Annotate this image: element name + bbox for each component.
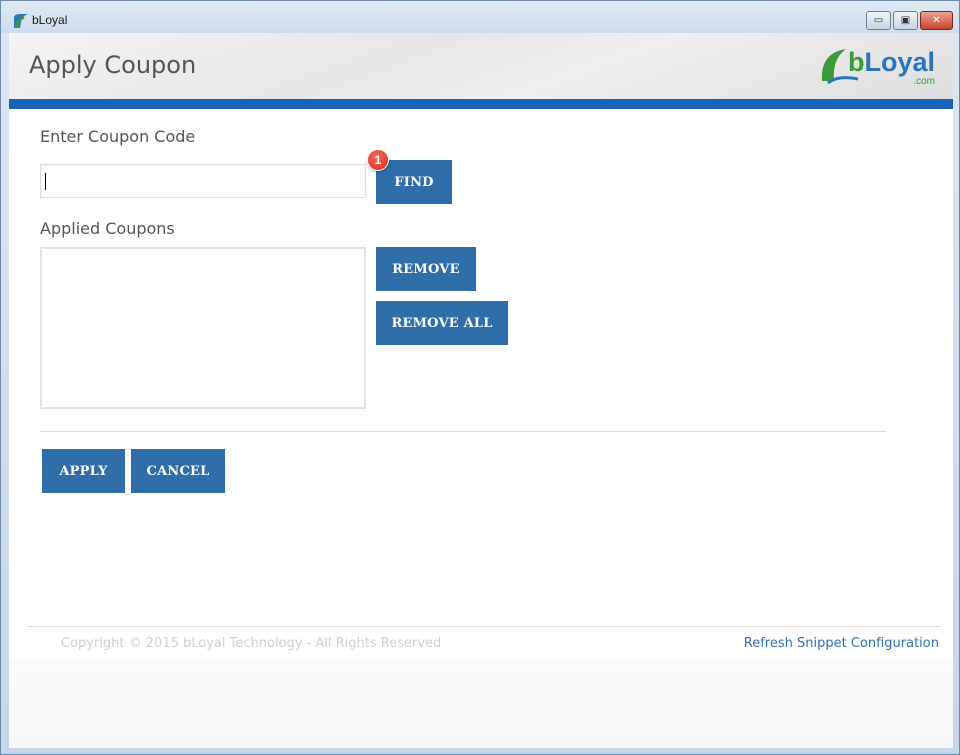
applied-coupons-label: Applied Coupons — [40, 219, 175, 238]
applied-coupons-list[interactable] — [40, 247, 366, 409]
close-button[interactable]: ✕ — [920, 11, 953, 30]
section-divider — [40, 431, 886, 432]
refresh-snippet-link[interactable]: Refresh Snippet Configuration — [744, 636, 939, 651]
find-button[interactable]: FIND — [376, 160, 452, 204]
bloyal-logo: bLoyal .com — [818, 43, 943, 89]
minimize-icon: ▭ — [873, 15, 884, 26]
text-caret — [45, 173, 46, 190]
copyright-text: Copyright © 2015 bLoyal Technology - All… — [61, 636, 442, 651]
close-icon: ✕ — [932, 15, 941, 26]
window-controls: ▭ ▣ ✕ — [866, 11, 953, 30]
footer-divider — [27, 626, 941, 627]
minimize-button[interactable]: ▭ — [866, 11, 891, 30]
remove-all-button[interactable]: REMOVE ALL — [376, 301, 508, 345]
bloyal-app-icon — [14, 14, 28, 29]
remove-button[interactable]: REMOVE — [376, 247, 476, 291]
logo-loyal: Loyal — [864, 47, 936, 77]
apply-button[interactable]: APPLY — [42, 449, 125, 493]
coupon-code-input[interactable] — [40, 164, 366, 198]
enter-coupon-label: Enter Coupon Code — [40, 127, 196, 146]
maximize-button[interactable]: ▣ — [893, 11, 918, 30]
dialog-content: Apply Coupon bLoyal .com Enter Coupon Co… — [9, 33, 953, 748]
logo-b: b — [848, 47, 865, 77]
page-header: Apply Coupon bLoyal .com — [9, 33, 953, 99]
logo-wordmark: bLoyal — [848, 47, 935, 78]
app-window: bLoyal ▭ ▣ ✕ Apply Coupon bLoyal .com En… — [0, 0, 960, 755]
maximize-icon: ▣ — [900, 15, 911, 26]
window-title: bLoyal — [32, 13, 68, 27]
title-bar[interactable]: bLoyal ▭ ▣ ✕ — [1, 1, 959, 33]
notification-badge: 1 — [367, 149, 389, 171]
logo-com: .com — [913, 76, 935, 87]
page-title: Apply Coupon — [29, 51, 197, 79]
cancel-button[interactable]: CANCEL — [131, 449, 225, 493]
header-accent-bar — [9, 99, 953, 109]
footer-area — [9, 658, 953, 748]
